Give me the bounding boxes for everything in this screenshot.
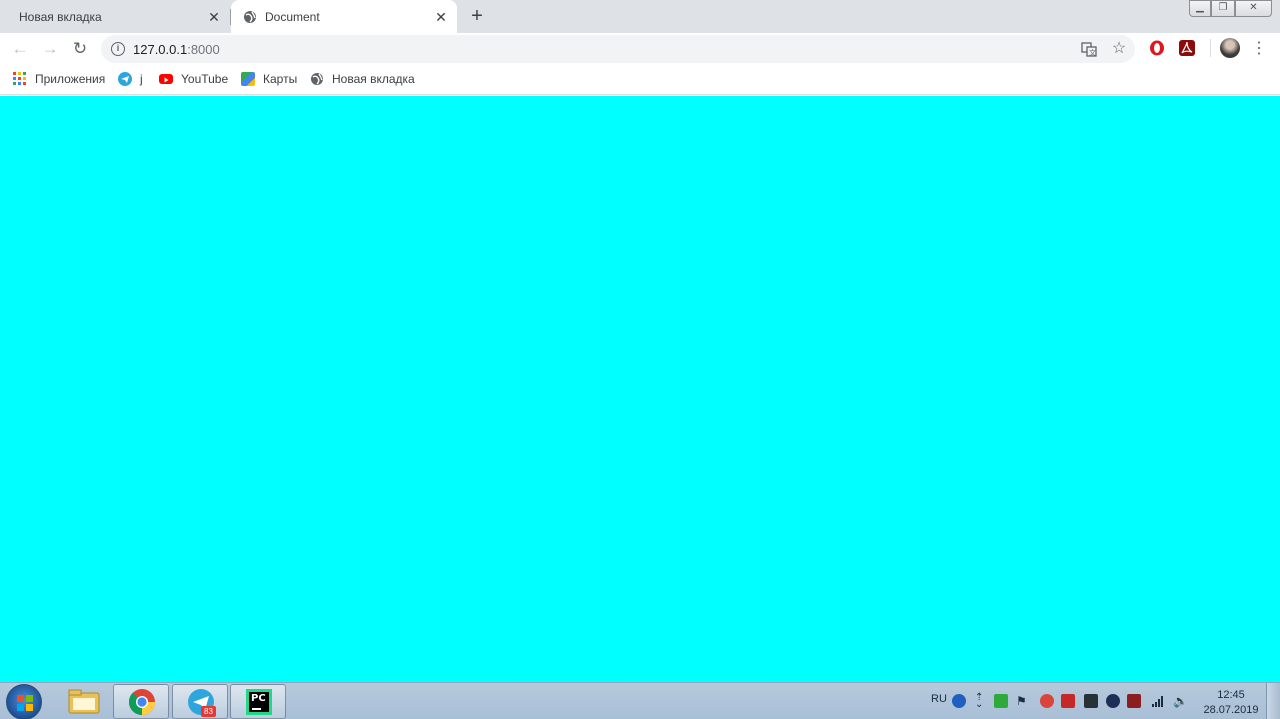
- youtube-icon: [159, 74, 173, 84]
- translate-icon[interactable]: 文: [1081, 41, 1097, 57]
- telegram-icon: [118, 72, 132, 86]
- display-icon[interactable]: [1061, 694, 1075, 708]
- clock-date: 28.07.2019: [1203, 704, 1259, 716]
- bookmark-label: YouTube: [181, 72, 229, 86]
- pdf-icon[interactable]: [1179, 40, 1195, 56]
- browser-toolbar: ← → ↻ i 127.0.0.1:8000 文 ☆ ⋮: [0, 33, 1280, 64]
- info-icon[interactable]: i: [111, 42, 125, 56]
- antivirus-icon[interactable]: [1040, 694, 1054, 708]
- language-indicator[interactable]: RU: [931, 693, 947, 705]
- explorer-taskbar-button[interactable]: [56, 684, 112, 719]
- bookmark-apps[interactable]: Приложения: [13, 71, 105, 87]
- bookmark-label: Новая вкладка: [332, 72, 415, 86]
- usb-icon[interactable]: [1127, 694, 1141, 708]
- volume-icon[interactable]: 🔈: [1173, 694, 1188, 708]
- security-icon[interactable]: [994, 694, 1008, 708]
- reload-icon[interactable]: ↻: [69, 38, 91, 60]
- bookmark-new-tab[interactable]: Новая вкладка: [310, 71, 415, 87]
- address-bar[interactable]: i 127.0.0.1:8000 文 ☆: [101, 35, 1135, 63]
- bookmark-label: Приложения: [35, 72, 106, 86]
- bookmark-youtube[interactable]: YouTube: [159, 71, 228, 87]
- clock-time: 12:45: [1217, 689, 1245, 701]
- bookmark-label: Карты: [263, 72, 298, 86]
- start-button[interactable]: [6, 684, 42, 719]
- close-tab-icon[interactable]: ✕: [206, 9, 222, 25]
- folder-icon: [68, 689, 100, 714]
- bookmarks-bar: Приложения j YouTube Карты Новая вкладка: [0, 64, 1280, 95]
- close-tab-icon[interactable]: ✕: [433, 9, 449, 25]
- pycharm-label: PC: [251, 693, 266, 704]
- apps-grid-icon: [13, 72, 27, 86]
- chrome-taskbar-button[interactable]: [113, 684, 169, 719]
- restore-button[interactable]: ❐: [1211, 0, 1235, 17]
- close-window-button[interactable]: ✕: [1235, 0, 1272, 17]
- back-arrow-icon[interactable]: ←: [9, 38, 31, 60]
- page-content: [0, 96, 1280, 682]
- telegram-taskbar-button[interactable]: 83: [172, 684, 228, 719]
- minimize-button[interactable]: ▁: [1189, 0, 1211, 17]
- tab-strip: Новая вкладка ✕ Document ✕ + ▁ ❐ ✕: [0, 0, 1280, 33]
- taskbar: 83 PC RU ⇡ ⌄ ⚑ 🔈 12:45 28.07.2019: [0, 682, 1280, 719]
- bookmark-label: j: [140, 72, 143, 86]
- new-tab-button[interactable]: +: [466, 6, 488, 28]
- menu-dots-icon[interactable]: ⋮: [1248, 38, 1270, 60]
- url-text[interactable]: 127.0.0.1:8000: [133, 42, 220, 57]
- chrome-icon: [128, 689, 156, 716]
- globe-icon: [310, 72, 324, 86]
- help-icon[interactable]: [952, 694, 966, 708]
- tab-document[interactable]: Document ✕: [231, 0, 457, 33]
- svg-text:文: 文: [1089, 48, 1096, 57]
- tab-title: Новая вкладка: [19, 9, 102, 24]
- bookmark-maps[interactable]: Карты: [241, 71, 297, 87]
- tab-title: Document: [265, 9, 320, 24]
- forward-arrow-icon[interactable]: →: [39, 38, 61, 60]
- opera-icon[interactable]: [1149, 40, 1165, 56]
- network-signal-icon[interactable]: [1151, 694, 1165, 708]
- bookmark-j[interactable]: j: [118, 71, 143, 87]
- toolbar-divider: [1210, 39, 1211, 57]
- bluetooth-icon[interactable]: [1106, 694, 1120, 708]
- notification-badge: 83: [201, 706, 216, 717]
- tab-new-tab[interactable]: Новая вкладка ✕: [0, 0, 230, 33]
- monitor-icon[interactable]: [1084, 694, 1098, 708]
- show-desktop-button[interactable]: [1266, 683, 1280, 719]
- pycharm-taskbar-button[interactable]: PC: [230, 684, 286, 719]
- maps-icon: [241, 72, 255, 86]
- bookmark-star-icon[interactable]: ☆: [1111, 41, 1127, 57]
- flag-icon[interactable]: ⚑: [1016, 694, 1030, 708]
- clock[interactable]: 12:45 28.07.2019: [1196, 688, 1266, 718]
- show-hidden-icons-icon[interactable]: ⇡ ⌄: [975, 693, 989, 710]
- avatar[interactable]: [1220, 38, 1240, 58]
- globe-icon: [243, 10, 257, 24]
